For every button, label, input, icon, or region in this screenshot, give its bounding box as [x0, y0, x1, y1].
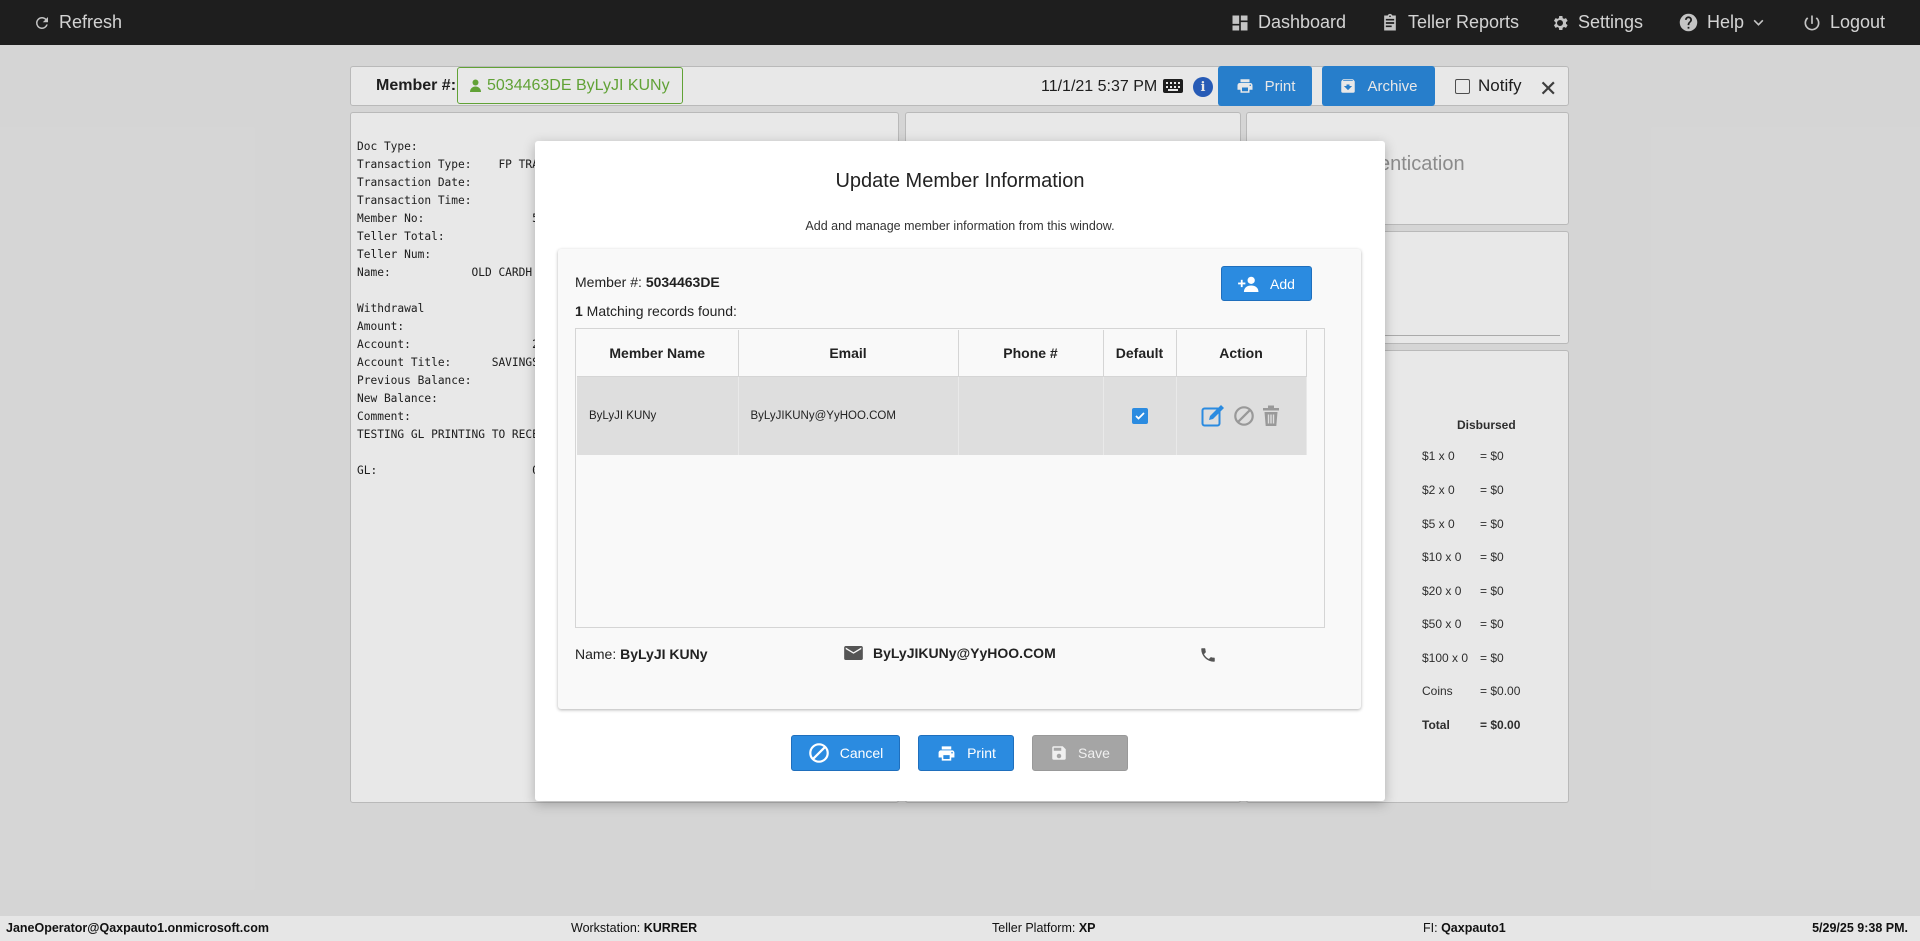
status-bar: JaneOperator@Qaxpauto1.onmicrosoft.com W…: [0, 916, 1920, 941]
selected-name-value: ByLyJI KUNy: [620, 646, 708, 662]
selected-name-line: Name: ByLyJI KUNy: [575, 646, 708, 662]
member-number-label: Member #:: [575, 274, 646, 290]
cell-action: [1176, 376, 1307, 455]
envelope-icon: [844, 646, 863, 660]
cancel-icon: [808, 743, 829, 763]
update-member-modal: Update Member Information Add and manage…: [535, 141, 1385, 801]
status-fi-label: FI:: [1423, 921, 1442, 935]
status-user-value: JaneOperator@Qaxpauto1.onmicrosoft.com: [6, 921, 269, 935]
checkmark-icon: [1134, 412, 1145, 420]
member-table: Member Name Email Phone # Default Action…: [575, 328, 1325, 628]
records-found-text: Matching records found:: [582, 303, 737, 319]
selected-email-value: ByLyJIKUNy@YyHOO.COM: [873, 645, 1056, 661]
col-email[interactable]: Email: [738, 330, 959, 377]
modal-title: Update Member Information: [835, 170, 1085, 192]
member-records-card: Member #: 5034463DE 1 Matching records f…: [558, 249, 1361, 709]
table-header-row: Member Name Email Phone # Default Action: [577, 330, 1307, 377]
member-number-line: Member #: 5034463DE: [575, 274, 720, 290]
save-button[interactable]: Save: [1032, 735, 1128, 771]
col-action[interactable]: Action: [1176, 330, 1307, 377]
cell-member-name: ByLyJI KUNy: [577, 376, 739, 455]
cancel-label: Cancel: [839, 745, 884, 761]
col-default[interactable]: Default: [1103, 330, 1177, 377]
status-workstation-label: Workstation:: [571, 921, 644, 935]
cancel-button[interactable]: Cancel: [791, 735, 900, 771]
add-member-label: Add: [1270, 275, 1295, 292]
status-platform-label: Teller Platform:: [992, 921, 1079, 935]
status-datetime-value: 5/29/25 9:38 PM.: [1812, 921, 1908, 935]
trash-icon[interactable]: [1261, 405, 1281, 427]
cell-phone: [958, 376, 1104, 455]
add-member-button[interactable]: Add: [1221, 266, 1312, 301]
floppy-disk-icon: [1052, 746, 1066, 760]
print-button[interactable]: Print: [918, 735, 1014, 771]
printer-icon: [938, 745, 955, 761]
status-datetime: 5/29/25 9:38 PM.: [1812, 921, 1908, 935]
disable-icon[interactable]: [1233, 405, 1255, 427]
status-platform: Teller Platform: XP: [992, 921, 1096, 935]
modal-subtitle: Add and manage member information from t…: [805, 219, 1115, 233]
phone-icon: [1201, 648, 1215, 662]
table-row[interactable]: ByLyJI KUNy ByLyJIKUNy@YyHOO.COM: [577, 376, 1307, 455]
print-label: Print: [967, 745, 996, 761]
status-workstation-value: KURRER: [643, 921, 698, 935]
add-user-icon: [1238, 276, 1259, 292]
save-label: Save: [1078, 745, 1110, 761]
col-member-name[interactable]: Member Name: [577, 330, 739, 377]
col-phone[interactable]: Phone #: [958, 330, 1104, 377]
records-found-count: 1: [575, 303, 583, 319]
default-checkbox[interactable]: [1131, 407, 1148, 424]
cell-email: ByLyJIKUNy@YyHOO.COM: [738, 376, 959, 455]
status-user: JaneOperator@Qaxpauto1.onmicrosoft.com: [6, 921, 269, 935]
status-platform-value: XP: [1078, 921, 1096, 935]
edit-icon[interactable]: [1201, 404, 1227, 428]
status-fi: FI: Qaxpauto1: [1423, 921, 1506, 935]
selected-name-label: Name:: [575, 646, 621, 662]
status-fi-value: Qaxpauto1: [1441, 921, 1506, 935]
member-number-value: 5034463DE: [645, 274, 720, 290]
cell-default: [1103, 376, 1177, 455]
records-found-line: 1 Matching records found:: [575, 303, 737, 319]
status-workstation: Workstation: KURRER: [571, 921, 697, 935]
selected-email-line: ByLyJIKUNy@YyHOO.COM: [844, 645, 1056, 661]
